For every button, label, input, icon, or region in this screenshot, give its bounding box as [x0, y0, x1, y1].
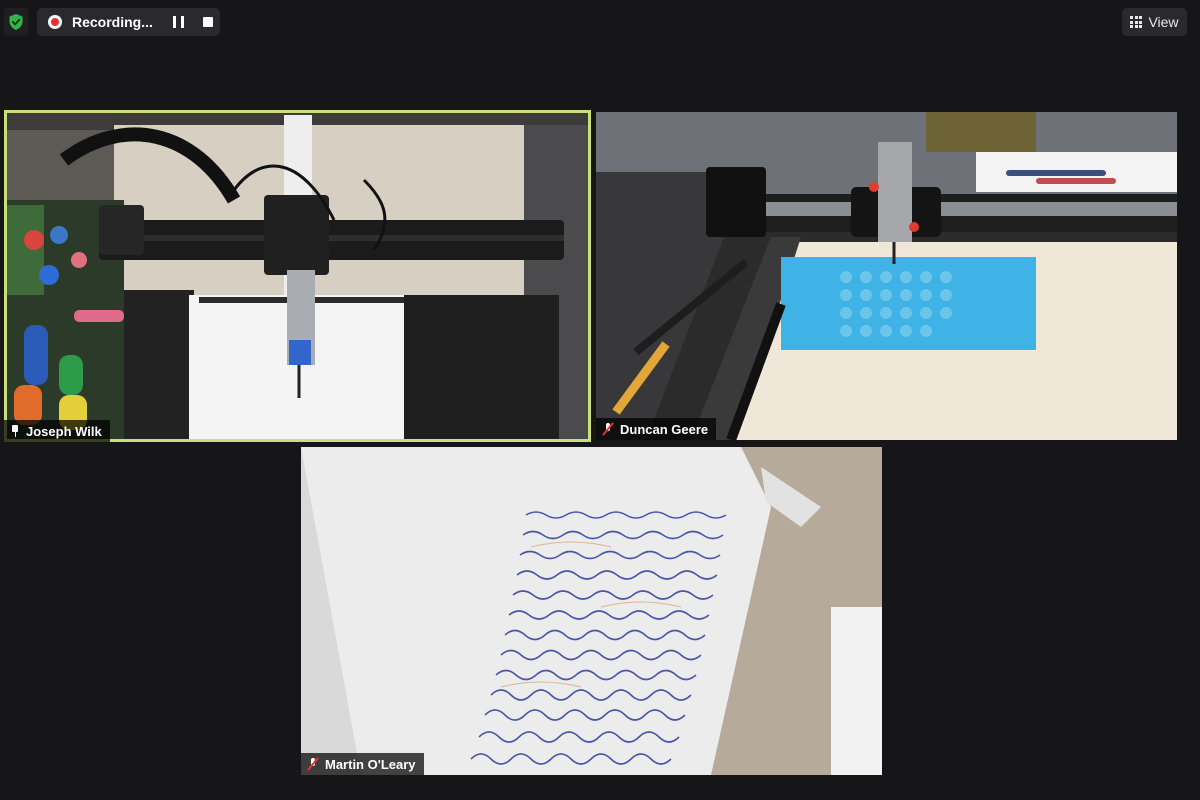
participant-name-tag: Joseph Wilk [4, 420, 110, 442]
participant-name: Duncan Geere [620, 421, 709, 437]
mic-off-icon [602, 422, 614, 436]
recording-indicator: Recording... [37, 8, 220, 36]
view-label: View [1148, 14, 1179, 30]
video-tile-joseph-wilk[interactable]: Joseph Wilk [4, 110, 591, 442]
mic-off-icon [307, 757, 319, 771]
grid-view-icon [1130, 16, 1143, 28]
participant-name: Joseph Wilk [26, 423, 102, 439]
recording-label: Recording... [72, 14, 153, 30]
video-tile-martin-oleary[interactable]: Martin O'Leary [301, 447, 882, 775]
shield-check-icon [9, 14, 23, 30]
video-feed [301, 447, 882, 775]
participant-name: Martin O'Leary [325, 756, 416, 772]
video-feed [596, 112, 1177, 440]
video-feed [4, 110, 591, 442]
pin-icon [10, 425, 20, 437]
video-tile-duncan-geere[interactable]: Duncan Geere [596, 112, 1177, 440]
participant-name-tag: Duncan Geere [596, 418, 717, 440]
record-dot-icon [48, 15, 62, 29]
view-button[interactable]: View [1122, 8, 1187, 36]
pause-recording-button[interactable] [172, 16, 184, 28]
stop-recording-button[interactable] [202, 17, 213, 27]
security-shield-icon[interactable] [4, 8, 28, 36]
participant-name-tag: Martin O'Leary [301, 753, 424, 775]
